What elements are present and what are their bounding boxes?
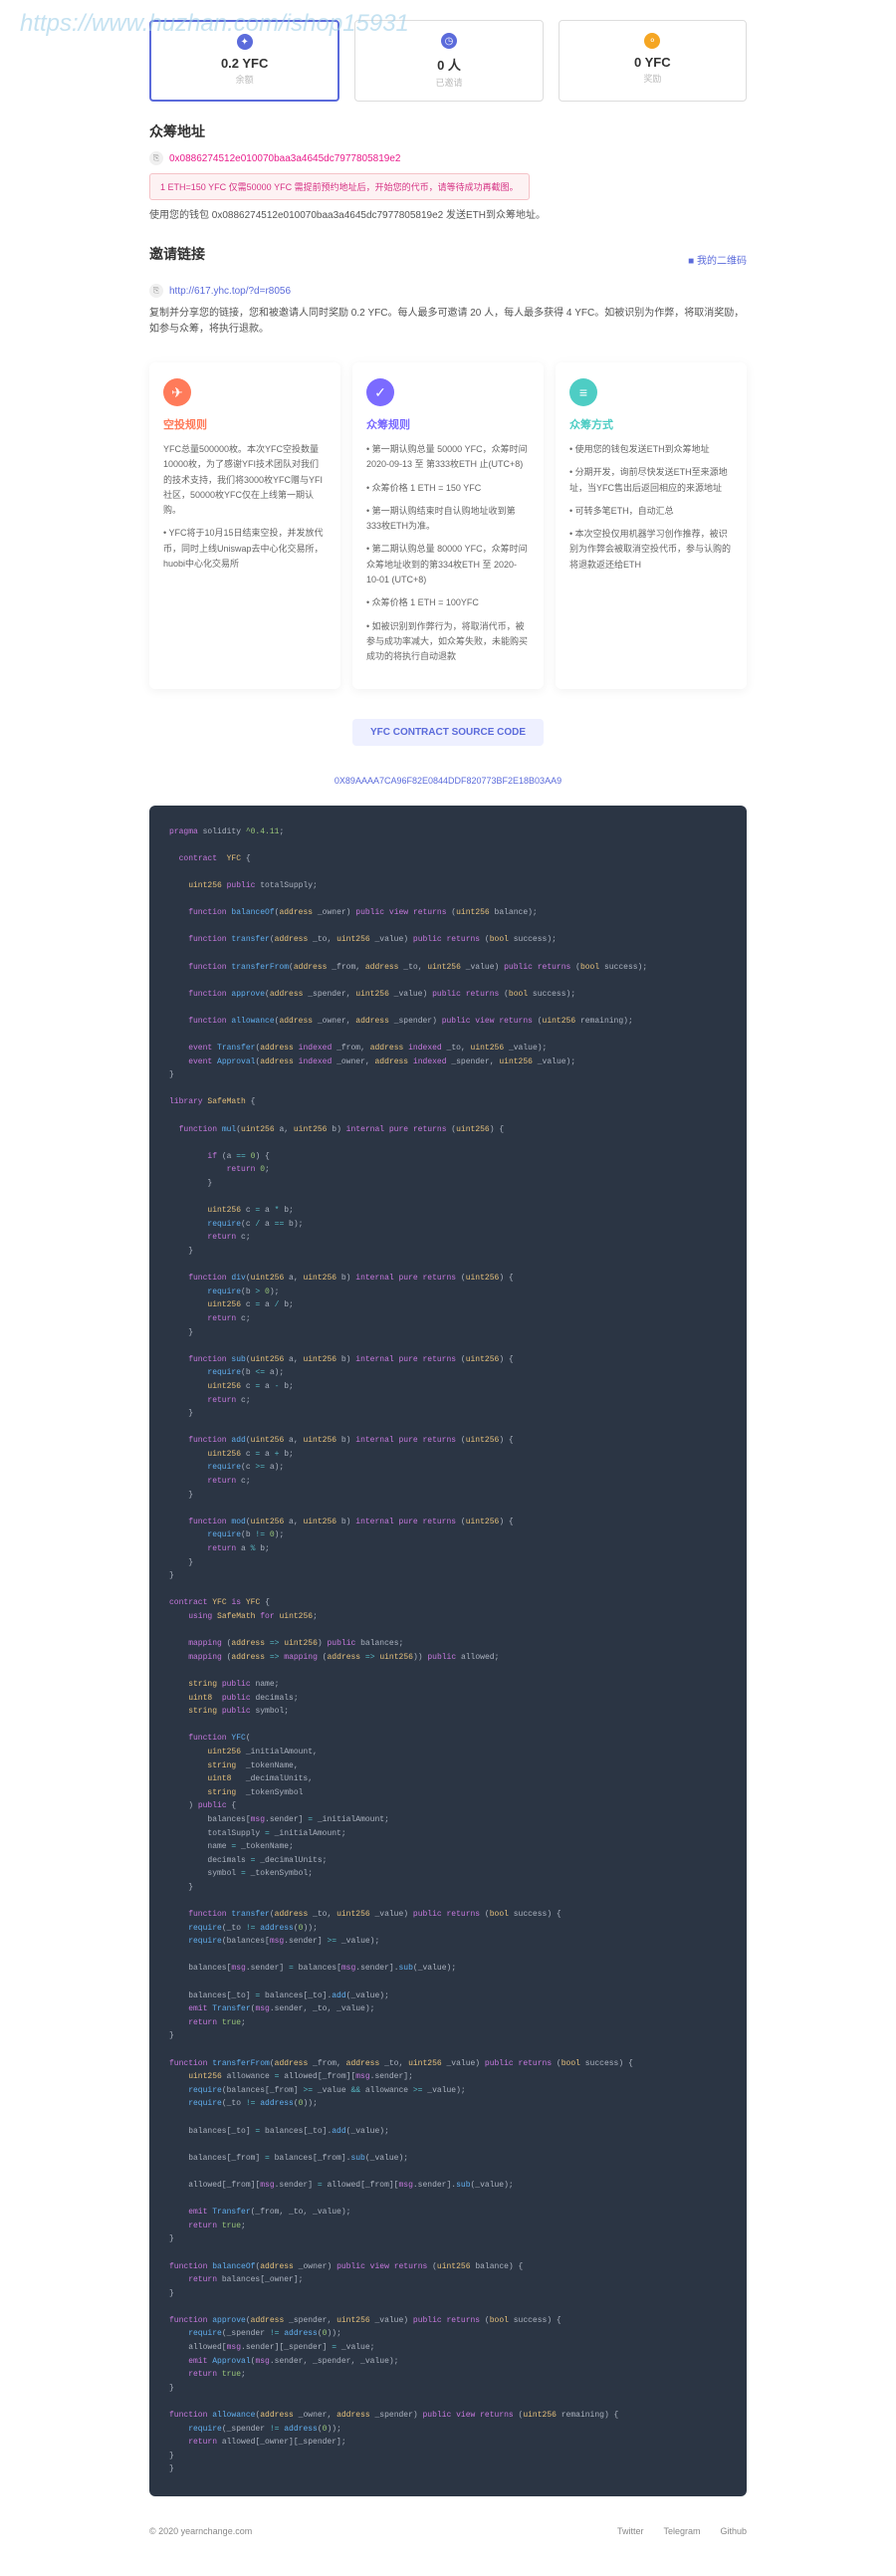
qr-link[interactable]: ■ 我的二维码 [688, 252, 747, 267]
stat-value: 0.2 YFC [163, 56, 326, 71]
info-card: ≡ 众筹方式 • 使用您的钱包发送ETH到众筹地址• 分期开发，询前尽快发送ET… [556, 362, 747, 689]
address-link[interactable]: 0x0886274512e010070baa3a4645dc7977805819… [169, 153, 400, 164]
stat-reward[interactable]: ⚬ 0 YFC 奖励 [559, 20, 747, 102]
address-section: 众筹地址 ⎘ 0x0886274512e010070baa3a4645dc797… [149, 121, 747, 224]
address-desc: 使用您的钱包 0x0886274512e010070baa3a4645dc797… [149, 208, 747, 224]
footer-link-github[interactable]: Github [720, 2526, 747, 2536]
card-icon: ✈ [163, 378, 191, 406]
info-card: ✈ 空投规则 YFC总量500000枚。本次YFC空投数量10000枚，为了感谢… [149, 362, 340, 689]
copy-icon[interactable]: ⎘ [149, 151, 163, 165]
card-icon: ≡ [569, 378, 597, 406]
card-title: 众筹方式 [569, 416, 733, 432]
card-body: YFC总量500000枚。本次YFC空投数量10000枚，为了感谢YFI技术团队… [163, 442, 327, 572]
card-body: • 第一期认购总量 50000 YFC，众筹时间 2020-09-13 至 第3… [366, 442, 530, 665]
invite-link[interactable]: http://617.yhc.top/?d=r8056 [169, 286, 291, 297]
stat-label: 余额 [163, 73, 326, 86]
footer-link-telegram[interactable]: Telegram [663, 2526, 700, 2536]
copyright: © 2020 yearnchange.com [149, 2526, 252, 2536]
code-block: pragma solidity ^0.4.11; contract YFC { … [149, 806, 747, 2496]
section-title: 众筹地址 [149, 121, 747, 141]
stat-value: 0 人 [367, 55, 530, 74]
info-cards: ✈ 空投规则 YFC总量500000枚。本次YFC空投数量10000枚，为了感谢… [149, 362, 747, 689]
invited-icon: ◷ [441, 33, 457, 49]
watermark: https://www.huzhan.com/ishop15931 [20, 10, 409, 38]
invite-desc: 复制并分享您的链接，您和被邀请人同时奖励 0.2 YFC。每人最多可邀请 20 … [149, 306, 747, 338]
footer: © 2020 yearnchange.com Twitter Telegram … [149, 2496, 747, 2556]
notice-bar: 1 ETH=150 YFC 仅需50000 YFC 需提前预约地址后，开始您的代… [149, 173, 530, 200]
stat-label: 奖励 [571, 72, 734, 85]
card-title: 众筹规则 [366, 416, 530, 432]
invite-section: 邀请链接 ■ 我的二维码 ⎘ http://617.yhc.top/?d=r80… [149, 244, 747, 338]
source-code-button[interactable]: YFC CONTRACT SOURCE CODE [352, 719, 544, 746]
contract-hash[interactable]: 0X89AAAA7CA96F82E0844DDF820773BF2E18B03A… [149, 776, 747, 786]
card-icon: ✓ [366, 378, 394, 406]
card-title: 空投规则 [163, 416, 327, 432]
card-body: • 使用您的钱包发送ETH到众筹地址• 分期开发，询前尽快发送ETH至来源地址，… [569, 442, 733, 573]
stat-label: 已邀请 [367, 76, 530, 89]
stat-value: 0 YFC [571, 55, 734, 70]
info-card: ✓ 众筹规则 • 第一期认购总量 50000 YFC，众筹时间 2020-09-… [352, 362, 544, 689]
copy-icon[interactable]: ⎘ [149, 284, 163, 298]
section-title: 邀请链接 [149, 244, 205, 264]
footer-links: Twitter Telegram Github [617, 2526, 747, 2536]
footer-link-twitter[interactable]: Twitter [617, 2526, 644, 2536]
reward-icon: ⚬ [644, 33, 660, 49]
